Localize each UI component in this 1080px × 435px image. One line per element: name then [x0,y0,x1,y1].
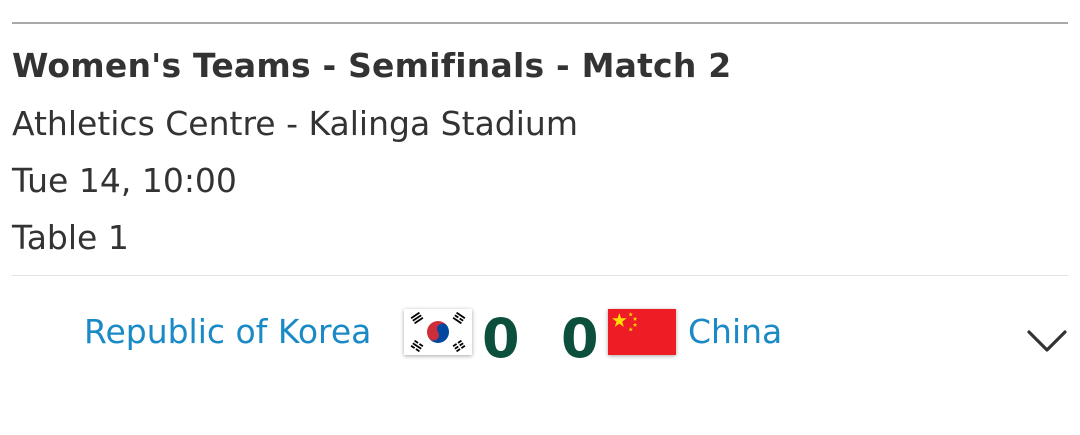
match-title: Women's Teams - Semifinals - Match 2 [12,46,732,85]
china-flag-icon [608,309,676,355]
table-label: Table 1 [12,218,129,257]
away-team-score: 0 [561,307,599,370]
home-team-score: 0 [482,307,520,370]
match-card: Women's Teams - Semifinals - Match 2 Ath… [0,0,1080,435]
venue-label: Athletics Centre - Kalinga Stadium [12,104,578,143]
top-divider [12,22,1068,24]
chevron-down-icon[interactable] [1026,328,1068,354]
section-divider [12,275,1068,276]
match-datetime: Tue 14, 10:00 [12,161,237,200]
away-team-name[interactable]: China [688,312,782,351]
home-team-name[interactable]: Republic of Korea [84,312,371,351]
south-korea-flag-icon [404,309,472,355]
